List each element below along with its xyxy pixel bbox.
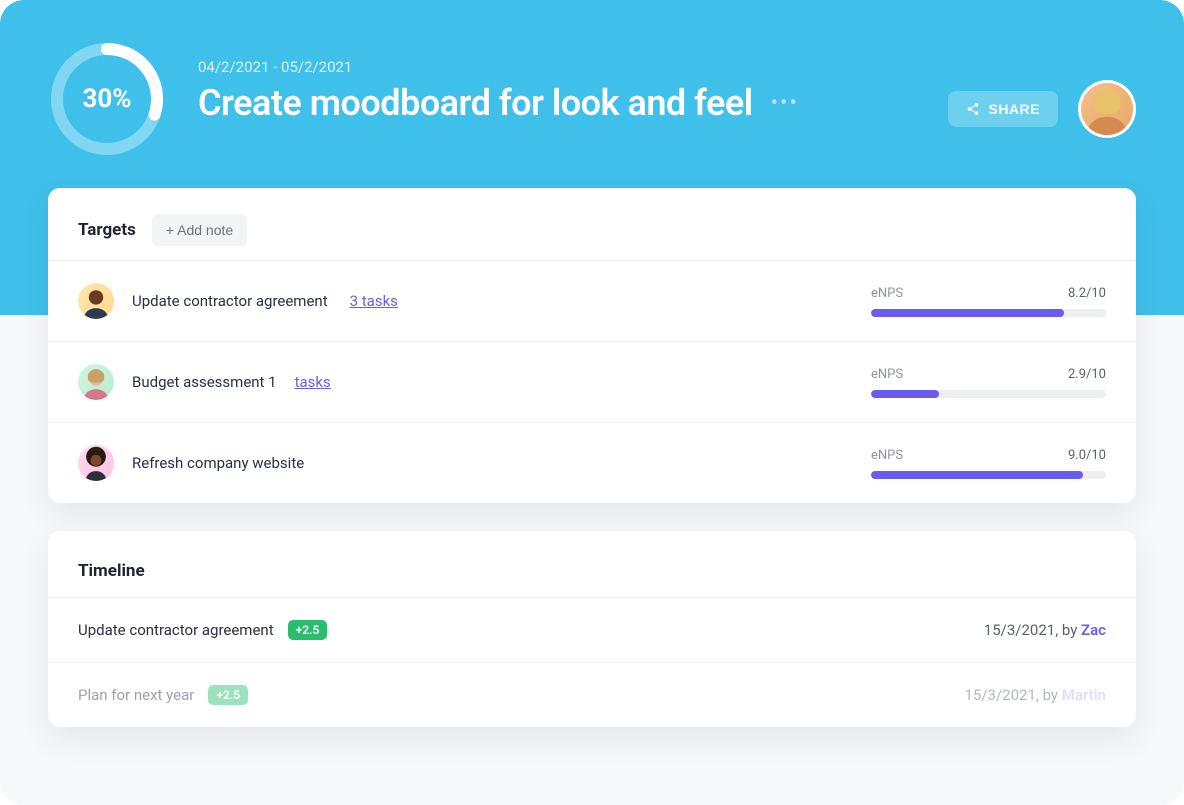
page-title: Create moodboard for look and feel: [198, 82, 753, 124]
target-title: Budget assessment 1: [132, 373, 277, 391]
more-icon[interactable]: •••: [771, 91, 799, 116]
timeline-title: Timeline: [78, 561, 1106, 581]
target-row: Update contractor agreement 3 tasks eNPS…: [48, 260, 1136, 341]
targets-title: Targets: [78, 220, 136, 240]
timeline-author[interactable]: Zac: [1081, 621, 1106, 639]
timeline-item-title: Update contractor agreement: [78, 621, 274, 639]
target-row: Refresh company website eNPS 9.0/10: [48, 422, 1136, 503]
timeline-row: Plan for next year +2.5 15/3/2021, by Ma…: [48, 662, 1136, 727]
tasks-link[interactable]: 3 tasks: [350, 292, 398, 310]
share-icon: [966, 102, 980, 116]
timeline-meta: 15/3/2021, by Martin: [965, 686, 1107, 704]
timeline-author[interactable]: Martin: [1062, 686, 1106, 704]
metric-score: 2.9/10: [1068, 367, 1106, 382]
metric-label: eNPS: [871, 448, 903, 463]
assignee-avatar[interactable]: [78, 445, 114, 481]
assignee-avatar[interactable]: [78, 283, 114, 319]
targets-card: Targets + Add note Update contractor agr…: [48, 188, 1136, 503]
enps-meter: eNPS 2.9/10: [871, 367, 1106, 398]
metric-label: eNPS: [871, 286, 903, 301]
share-button[interactable]: SHARE: [948, 91, 1058, 127]
target-row: Budget assessment 1 tasks eNPS 2.9/10: [48, 341, 1136, 422]
progress-percent-label: 30%: [48, 40, 166, 158]
timeline-item-title: Plan for next year: [78, 686, 194, 704]
tasks-link[interactable]: tasks: [295, 373, 331, 391]
share-label: SHARE: [988, 101, 1040, 117]
target-title: Update contractor agreement: [132, 292, 328, 310]
metric-label: eNPS: [871, 367, 903, 382]
target-title: Refresh company website: [132, 454, 304, 472]
user-avatar[interactable]: [1078, 80, 1136, 138]
timeline-row: Update contractor agreement +2.5 15/3/20…: [48, 597, 1136, 662]
timeline-meta: 15/3/2021, by Zac: [984, 621, 1106, 639]
add-note-button[interactable]: + Add note: [152, 214, 247, 246]
progress-ring: 30%: [48, 40, 166, 158]
timeline-card: Timeline Update contractor agreement +2.…: [48, 531, 1136, 727]
delta-badge: +2.5: [208, 685, 248, 705]
assignee-avatar[interactable]: [78, 364, 114, 400]
delta-badge: +2.5: [288, 620, 328, 640]
metric-score: 9.0/10: [1068, 448, 1106, 463]
enps-meter: eNPS 8.2/10: [871, 286, 1106, 317]
enps-meter: eNPS 9.0/10: [871, 448, 1106, 479]
date-range: 04/2/2021 - 05/2/2021: [198, 58, 916, 76]
metric-score: 8.2/10: [1068, 286, 1106, 301]
